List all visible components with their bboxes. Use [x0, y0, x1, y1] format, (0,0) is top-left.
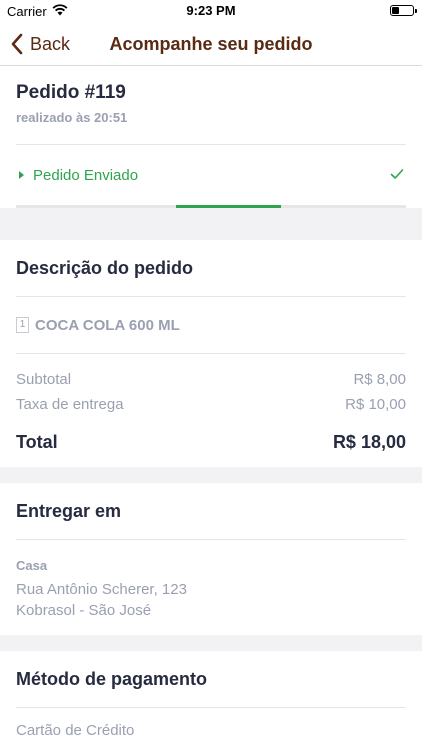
clock: 9:23 PM: [186, 3, 236, 18]
address-name: Casa: [16, 558, 48, 573]
total-label: Total: [16, 431, 58, 452]
list-item: 1 COCA COLA 600 ML: [16, 297, 406, 353]
order-status-row[interactable]: Pedido Enviado: [16, 145, 406, 205]
description-title: Descrição do pedido: [16, 258, 194, 278]
subtotal-value: R$ 8,00: [353, 371, 406, 388]
payment-method: Cartão de Crédito: [16, 721, 135, 739]
subtotal-row: Subtotal R$ 8,00: [16, 367, 406, 392]
order-progress-bar: [16, 205, 406, 208]
delivery-fee-row: Taxa de entrega R$ 10,00: [16, 392, 406, 417]
status-bar: Carrier 9:23 PM: [0, 0, 422, 22]
delivery-title: Entregar em: [16, 501, 122, 521]
address-city: Kobrasol - São José: [16, 602, 152, 619]
order-status: Pedido Enviado: [33, 166, 139, 184]
order-card: Pedido #119 realizado às 20:51 Pedido En…: [0, 66, 422, 208]
payment-title: Método de pagamento: [16, 669, 208, 689]
order-time: realizado às 20:51: [16, 110, 128, 125]
caret-right-icon: [19, 171, 24, 179]
address-street: Rua Antônio Scherer, 123: [16, 581, 187, 598]
item-quantity: 1: [16, 317, 29, 333]
checkmark-icon: [390, 169, 404, 179]
total-value: R$ 18,00: [332, 431, 406, 452]
battery-icon: [390, 5, 417, 16]
page-title: Acompanhe seu pedido: [109, 34, 313, 54]
payment-card: Método de pagamento Cartão de Crédito: [0, 651, 422, 750]
order-progress-fill: [175, 205, 282, 208]
delivery-fee-label: Taxa de entrega: [16, 396, 124, 413]
description-card: Descrição do pedido 1 COCA COLA 600 ML S…: [0, 240, 422, 467]
delivery-card: Entregar em Casa Rua Antônio Scherer, 12…: [0, 483, 422, 635]
subtotal-label: Subtotal: [16, 371, 72, 388]
delivery-address: Casa Rua Antônio Scherer, 123 Kobrasol -…: [16, 540, 406, 635]
delivery-fee-value: R$ 10,00: [345, 396, 406, 413]
total-row: Total R$ 18,00: [16, 417, 406, 467]
order-number: Pedido #119: [16, 82, 126, 103]
navigation-bar: Back Acompanhe seu pedido: [0, 22, 422, 66]
item-name: COCA COLA 600 ML: [35, 316, 180, 334]
